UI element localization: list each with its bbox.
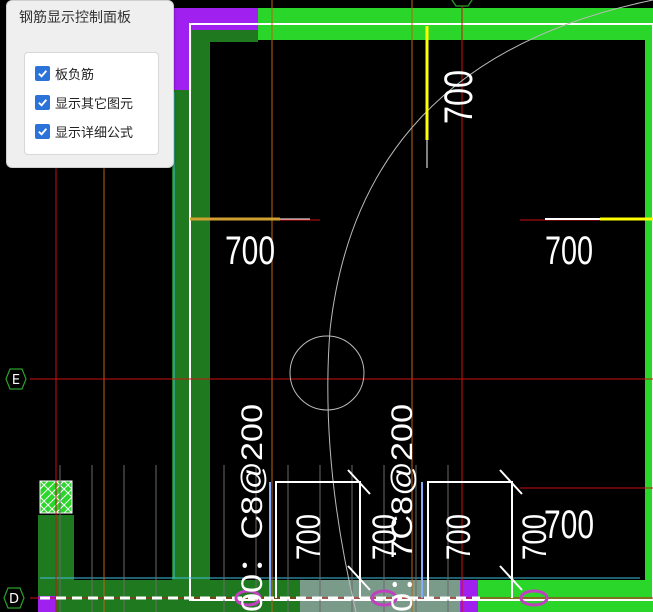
dim-rebar-far-vertical: 700 — [516, 514, 554, 560]
option-label: 板负筋 — [55, 67, 95, 83]
slab-right-band — [645, 40, 653, 612]
axis-marker-top[interactable] — [451, 0, 473, 7]
option-show-detailed-formula[interactable]: 显示详细公式 — [35, 121, 133, 141]
rebar-spec-2: 0：7C8@200 — [386, 404, 419, 612]
axis-label-e: E — [12, 373, 20, 388]
option-label: 显示其它图元 — [55, 96, 134, 112]
option-label: 显示详细公式 — [55, 125, 134, 141]
slab-bottom-band-mid — [300, 580, 460, 612]
checkbox-checked-icon[interactable] — [35, 94, 50, 110]
dim-right-horizontal: 700 — [545, 229, 593, 273]
dim-left-horizontal: 700 — [225, 229, 275, 273]
dim-top-vertical: 700 — [437, 70, 481, 124]
option-slab-negative-rebar[interactable]: 板负筋 — [35, 63, 94, 83]
dim-rebar-left-vertical: 700 — [290, 514, 328, 560]
axis-label-d: D — [9, 592, 19, 607]
axis-marker-d[interactable]: D — [3, 587, 25, 609]
rebar-spec-1: 00：C8@200 — [236, 404, 269, 612]
dim-rebar-right-vertical: 700 — [440, 514, 478, 560]
rebar-display-control-panel: 钢筋显示控制面板 板负筋 显示其它图元 显示详细公式 — [6, 0, 174, 168]
option-show-other-elements[interactable]: 显示其它图元 — [35, 92, 133, 112]
checkbox-checked-icon[interactable] — [35, 65, 50, 81]
column-bottom-mid — [460, 580, 478, 612]
panel-title: 钢筋显示控制面板 — [19, 10, 131, 26]
panel-options-box: 板负筋 显示其它图元 显示详细公式 — [24, 52, 159, 155]
checkbox-checked-icon[interactable] — [35, 123, 50, 139]
axis-marker-e[interactable]: E — [5, 368, 27, 390]
